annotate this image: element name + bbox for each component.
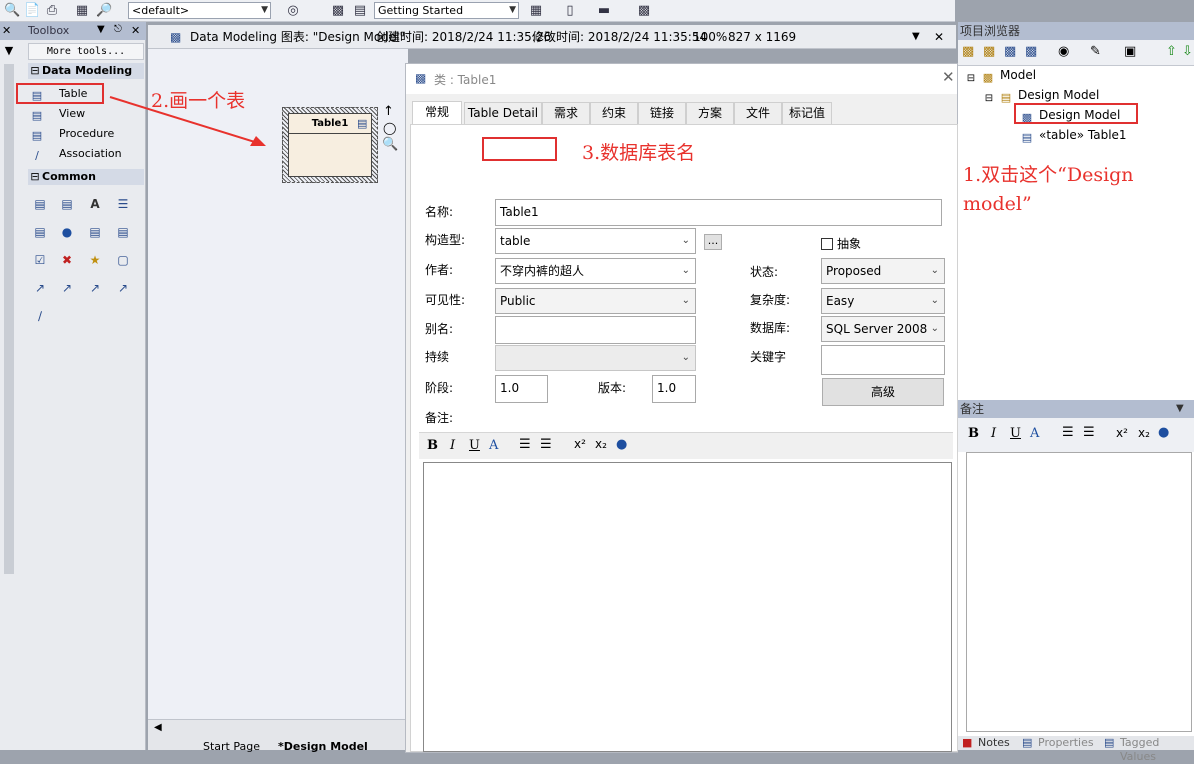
annotation-step-1-line-2: model” [963, 193, 1032, 215]
annotation-step-3: 3.数据库表名 [582, 142, 696, 164]
annotation-step-2: 2.画一个表 [151, 90, 246, 112]
annotation-arrow [109, 96, 266, 146]
annotation-step-1-line-1: 1.双击这个“Design [963, 164, 1134, 186]
